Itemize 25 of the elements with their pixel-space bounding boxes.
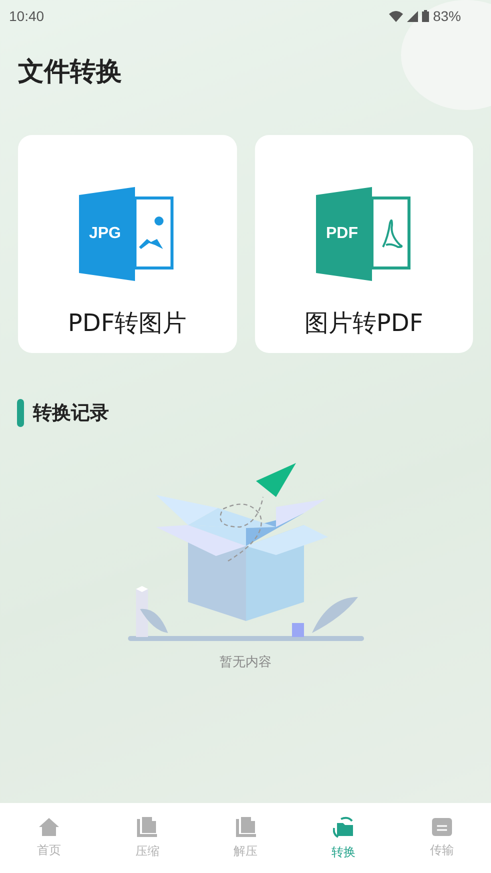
- convert-card[interactable]: PDF 图片转PDF: [254, 135, 473, 353]
- section-marker: [17, 399, 24, 427]
- page-title: 文件转换: [18, 56, 123, 89]
- nav-tab[interactable]: 转换: [294, 803, 393, 873]
- section-title: 转换记录: [33, 401, 109, 426]
- wifi-icon: [388, 10, 403, 22]
- status-time: 10:40: [9, 8, 44, 24]
- nav-tab[interactable]: 解压: [196, 803, 295, 873]
- home-icon: [39, 818, 60, 836]
- document-icon: [236, 816, 256, 836]
- card-label: 图片转PDF: [304, 308, 424, 339]
- file-type-label: JPG: [89, 225, 122, 242]
- card-label: PDF转图片: [68, 308, 187, 339]
- signal-icon: [406, 10, 418, 22]
- folder-icon: [332, 816, 355, 838]
- battery-percent: 83%: [432, 8, 461, 24]
- tray-icon: [432, 818, 452, 836]
- empty-message: 暂无内容: [220, 654, 272, 671]
- nav-tab[interactable]: 首页: [0, 803, 98, 873]
- nav-tab[interactable]: 传输: [392, 803, 491, 873]
- file-type-label: PDF: [326, 225, 358, 242]
- convert-card[interactable]: JPG PDF转图片: [18, 135, 236, 353]
- nav-tab[interactable]: 压缩: [98, 803, 196, 873]
- battery-icon: [422, 10, 429, 22]
- document-icon: [137, 816, 158, 836]
